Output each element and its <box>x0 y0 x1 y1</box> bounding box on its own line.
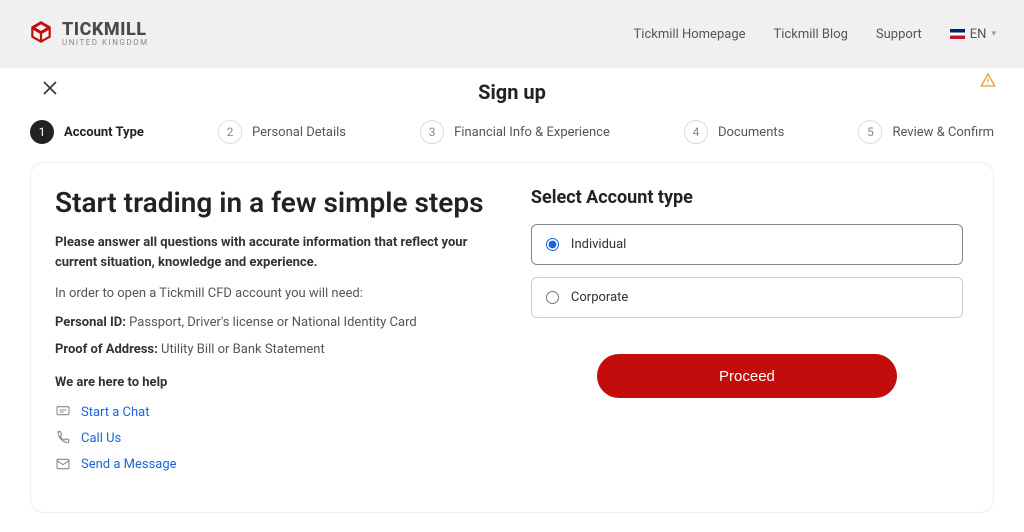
form-heading: Select Account type <box>531 187 963 208</box>
intro-lead: Please answer all questions with accurat… <box>55 233 495 272</box>
flag-icon <box>950 29 965 39</box>
step-review-confirm[interactable]: 5 Review & Confirm <box>858 120 994 144</box>
form-panel: Select Account type Individual Corporate… <box>521 187 973 482</box>
step-financial-info[interactable]: 3 Financial Info & Experience <box>420 120 610 144</box>
chat-icon <box>55 404 71 420</box>
radio-individual[interactable] <box>546 238 559 251</box>
chevron-down-icon: ▾ <box>991 29 996 39</box>
page-header: Sign up <box>0 68 1024 112</box>
step-label: Review & Confirm <box>892 125 994 140</box>
page-title: Sign up <box>0 80 1024 104</box>
step-number: 4 <box>684 120 708 144</box>
proof-label: Proof of Address: <box>55 342 158 357</box>
step-number: 1 <box>30 120 54 144</box>
step-label: Account Type <box>64 125 144 140</box>
step-number: 3 <box>420 120 444 144</box>
top-nav: Tickmill Homepage Tickmill Blog Support … <box>634 27 996 42</box>
step-number: 2 <box>218 120 242 144</box>
logo-icon <box>28 19 54 49</box>
close-icon <box>42 80 58 96</box>
brand-region: UNITED KINGDOM <box>62 39 149 47</box>
main-card: Start trading in a few simple steps Plea… <box>30 162 994 513</box>
nav-homepage[interactable]: Tickmill Homepage <box>634 27 746 42</box>
intro-need: In order to open a Tickmill CFD account … <box>55 286 495 301</box>
step-account-type[interactable]: 1 Account Type <box>30 120 144 144</box>
help-message[interactable]: Send a Message <box>55 456 495 472</box>
step-documents[interactable]: 4 Documents <box>684 120 784 144</box>
step-number: 5 <box>858 120 882 144</box>
intro-panel: Start trading in a few simple steps Plea… <box>51 187 503 482</box>
brand-name: TICKMILL <box>62 21 149 39</box>
help-chat-link[interactable]: Start a Chat <box>81 405 150 420</box>
personal-id-label: Personal ID: <box>55 315 126 330</box>
option-individual[interactable]: Individual <box>531 224 963 265</box>
warning-icon[interactable] <box>980 72 996 92</box>
step-personal-details[interactable]: 2 Personal Details <box>218 120 346 144</box>
language-selector[interactable]: EN ▾ <box>950 27 996 42</box>
close-button[interactable] <box>42 80 58 101</box>
help-heading: We are here to help <box>55 375 495 390</box>
personal-id-value: Passport, Driver's license or National I… <box>129 315 417 330</box>
help-message-link[interactable]: Send a Message <box>81 457 177 472</box>
step-label: Documents <box>718 125 784 140</box>
proof-value: Utility Bill or Bank Statement <box>161 342 325 357</box>
mail-icon <box>55 456 71 472</box>
top-bar: TICKMILL UNITED KINGDOM Tickmill Homepag… <box>0 0 1024 68</box>
intro-heading: Start trading in a few simple steps <box>55 187 495 219</box>
proceed-button[interactable]: Proceed <box>597 354 897 398</box>
brand-logo[interactable]: TICKMILL UNITED KINGDOM <box>28 19 149 49</box>
language-label: EN <box>970 27 987 42</box>
step-label: Personal Details <box>252 125 346 140</box>
option-corporate-label: Corporate <box>571 290 628 305</box>
help-call-link[interactable]: Call Us <box>81 431 121 446</box>
option-corporate[interactable]: Corporate <box>531 277 963 318</box>
proof-row: Proof of Address: Utility Bill or Bank S… <box>55 342 495 357</box>
nav-support[interactable]: Support <box>876 27 922 42</box>
help-chat[interactable]: Start a Chat <box>55 404 495 420</box>
step-label: Financial Info & Experience <box>454 125 610 140</box>
radio-corporate[interactable] <box>546 291 559 304</box>
help-call[interactable]: Call Us <box>55 430 495 446</box>
phone-icon <box>55 430 71 446</box>
stepper: 1 Account Type 2 Personal Details 3 Fina… <box>0 112 1024 162</box>
personal-id-row: Personal ID: Passport, Driver's license … <box>55 315 495 330</box>
option-individual-label: Individual <box>571 237 626 252</box>
nav-blog[interactable]: Tickmill Blog <box>774 27 848 42</box>
